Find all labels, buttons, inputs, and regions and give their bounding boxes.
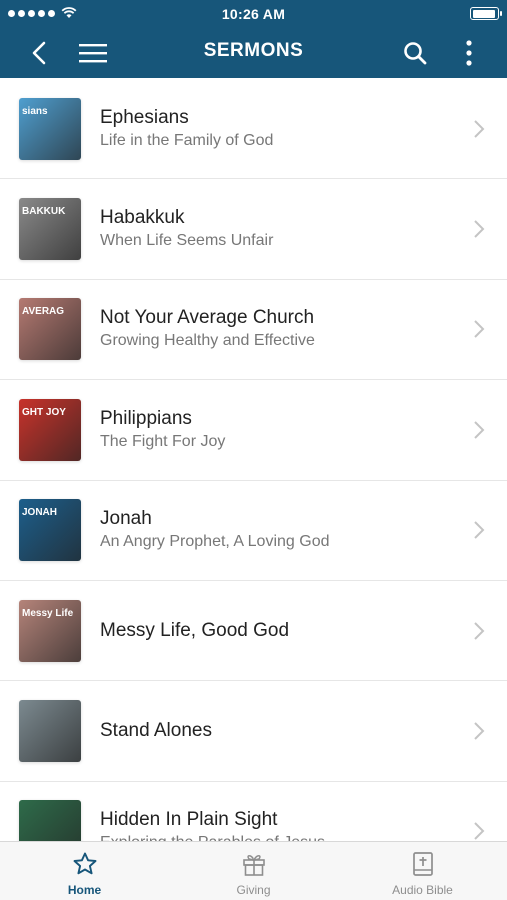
sermon-text: Messy Life, Good God	[100, 619, 507, 643]
sermon-thumbnail	[19, 800, 81, 841]
tab-giving-label: Giving	[236, 883, 271, 897]
sermon-row[interactable]: JONAH Jonah An Angry Prophet, A Loving God	[0, 481, 507, 581]
sermon-thumbnail: JONAH	[19, 499, 81, 562]
sermon-row[interactable]: Hidden In Plain SightExploring the Parab…	[0, 782, 507, 841]
sermon-list: sians Ephesians Life in the Family of God B…	[0, 79, 507, 841]
more-vertical-icon	[466, 40, 472, 66]
tab-audio-bible[interactable]: Audio Bible	[338, 842, 507, 900]
sermon-row[interactable]: BAKKUK Habakkuk When Life Seems Unfair	[0, 179, 507, 280]
sermon-text: Not Your Average Church Growing Healthy a…	[100, 306, 507, 352]
search-icon	[404, 42, 427, 65]
sermon-row[interactable]: Messy Life Messy Life, Good God	[0, 581, 507, 682]
chevron-right-icon	[474, 822, 485, 841]
sermon-text: Habakkuk When Life Seems Unfair	[100, 206, 507, 252]
sermon-title: Messy Life, Good God	[100, 619, 290, 641]
sermon-text: Ephesians Life in the Family of God	[100, 106, 507, 152]
chevron-right-icon	[474, 320, 485, 339]
sermon-text: Philippians The Fight For Joy	[100, 407, 507, 453]
chevron-right-icon	[474, 421, 485, 439]
sermon-thumbnail: GHT JOY	[19, 398, 81, 461]
status-time: 10:26 AM	[221, 6, 286, 22]
nav-bar: SERMONS	[0, 28, 507, 78]
sermon-text: Hidden In Plain SightExploring the Parab…	[100, 808, 507, 841]
sermon-thumbnail: Messy Life	[19, 599, 81, 662]
sermon-row[interactable]: AVERAG Not Your Average Church Growing Hea…	[0, 280, 507, 381]
sermon-subtitle: Growing Healthy and Effective	[100, 332, 315, 350]
wifi-icon	[61, 7, 77, 18]
sermon-title: Hidden In Plain Sight	[100, 809, 278, 831]
sermon-title: Jonah	[100, 508, 152, 530]
thumbnail-text: sians	[22, 105, 48, 117]
page-title: SERMONS	[203, 40, 304, 61]
gift-icon	[242, 855, 265, 876]
more-options-button[interactable]	[454, 38, 484, 68]
tab-giving[interactable]: Giving	[169, 842, 338, 900]
tab-audio-bible-label: Audio Bible	[392, 883, 453, 897]
tab-home-label: Home	[67, 883, 102, 897]
chevron-right-icon	[474, 621, 485, 640]
sermon-title: Habakkuk	[100, 207, 185, 229]
battery-level	[472, 9, 496, 18]
sermon-thumbnail: AVERAG	[19, 298, 81, 361]
thumbnail-text: GHT JOY	[22, 406, 66, 418]
bible-icon	[412, 852, 433, 876]
sermon-title: Not Your Average Church	[100, 307, 315, 329]
sermon-subtitle: The Fight For Joy	[100, 432, 226, 450]
sermon-text: Stand Alones	[100, 719, 507, 743]
thumbnail-text: AVERAG	[22, 306, 65, 318]
sermon-thumbnail: BAKKUK	[19, 198, 81, 261]
signal-dots-icon	[8, 9, 55, 17]
tab-home[interactable]: Home	[0, 842, 169, 900]
sermon-subtitle: Life in the Family of God	[100, 131, 274, 149]
sermon-title: Ephesians	[100, 106, 189, 128]
chevron-right-icon	[474, 722, 485, 740]
chevron-right-icon	[474, 521, 485, 539]
battery-icon	[470, 7, 502, 20]
chevron-right-icon	[474, 220, 485, 238]
signal-indicator	[8, 7, 77, 19]
sermon-text: Jonah An Angry Prophet, A Loving God	[100, 507, 507, 553]
sermon-thumbnail	[19, 700, 81, 763]
status-bar: 10:26 AM	[0, 0, 507, 28]
thumbnail-text: JONAH	[22, 507, 58, 519]
sermon-title: Stand Alones	[100, 720, 212, 742]
sermon-title: Philippians	[100, 407, 192, 429]
star-icon	[73, 852, 96, 875]
tab-bar: Home Giving Audio Bible	[0, 841, 507, 900]
sermon-row[interactable]: Stand Alones	[0, 681, 507, 782]
sermon-row[interactable]: GHT JOY Philippians The Fight For Joy	[0, 380, 507, 481]
search-button[interactable]	[400, 38, 430, 68]
thumbnail-text: Messy Life	[22, 607, 74, 619]
sermon-subtitle: Exploring the Parables of Jesus	[100, 832, 507, 841]
sermon-row[interactable]: sians Ephesians Life in the Family of God	[0, 79, 507, 180]
chevron-right-icon	[474, 119, 485, 138]
sermon-subtitle: An Angry Prophet, A Loving God	[100, 533, 330, 551]
thumbnail-text: BAKKUK	[22, 206, 66, 218]
sermon-subtitle: When Life Seems Unfair	[100, 232, 274, 250]
sermon-thumbnail: sians	[19, 97, 81, 160]
